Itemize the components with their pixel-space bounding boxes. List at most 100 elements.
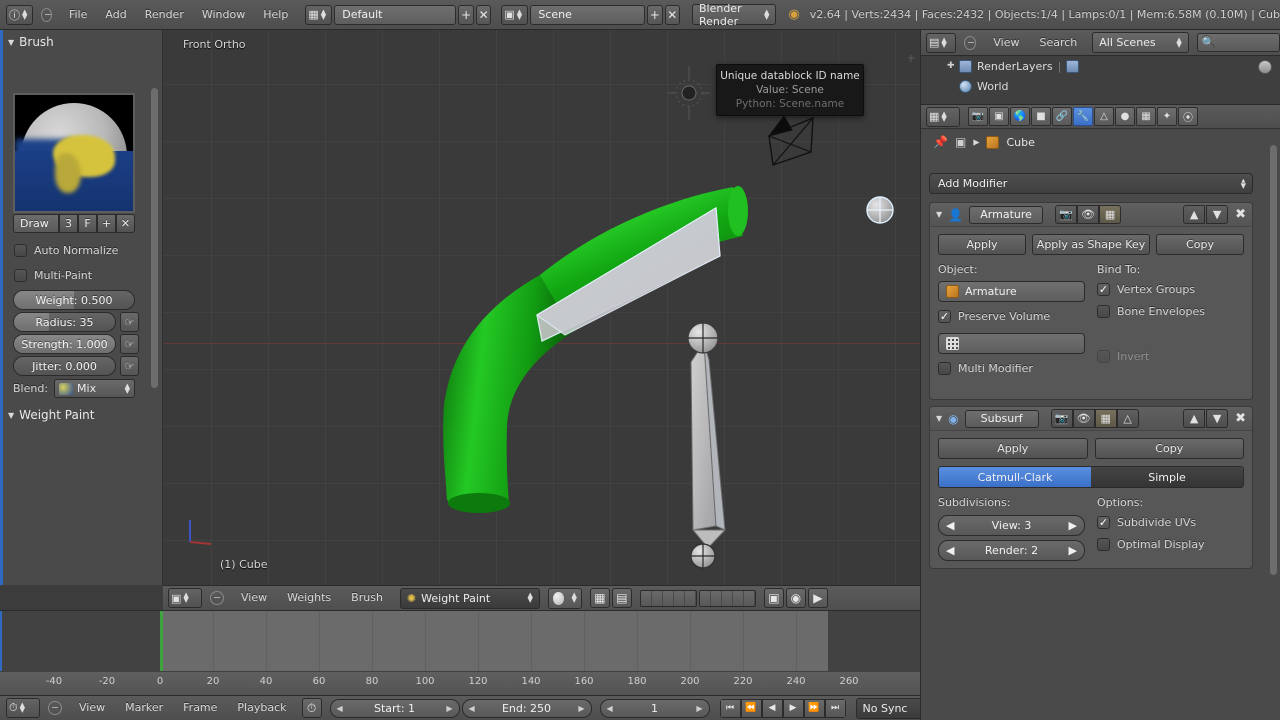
subsurf-modifier-name-field[interactable]: Subsurf bbox=[964, 409, 1039, 428]
tab-data[interactable]: △ bbox=[1094, 107, 1114, 126]
radius-slider[interactable]: Radius: 35 bbox=[13, 312, 116, 332]
render-toggle-icon[interactable]: 📷 bbox=[1050, 409, 1073, 428]
layer-cell[interactable] bbox=[684, 590, 696, 606]
menu-file[interactable]: File bbox=[60, 4, 96, 26]
multi-modifier-checkbox[interactable]: Multi Modifier bbox=[938, 362, 1085, 375]
delete-scene-button[interactable]: ✕ bbox=[664, 4, 680, 25]
on-cage-toggle-icon[interactable]: △ bbox=[1116, 409, 1139, 428]
chevron-right-icon[interactable]: ▶ bbox=[578, 704, 584, 713]
viewport-menu-weights[interactable]: Weights bbox=[278, 587, 340, 609]
tab-render[interactable]: 📷 bbox=[968, 107, 988, 126]
scene-browse-icon[interactable]: ▣ ▲ ▼ bbox=[501, 4, 529, 25]
previous-keyframe-button[interactable]: ⏪ bbox=[740, 698, 762, 718]
properties-editor[interactable]: ▦ ▲ ▼ 📷 ▣ 🌎 ■ 🔗 🔧 △ ● ▦ ✦ ⦿ 📌 ▣ ▼ Cube A… bbox=[920, 104, 1280, 720]
jitter-pressure-icon[interactable]: ☞ bbox=[120, 356, 139, 376]
outliner-item-world[interactable]: World bbox=[921, 76, 1280, 96]
scene-name-field[interactable]: Scene bbox=[530, 4, 646, 25]
editor-type-info-icon[interactable]: ⓘ ▲ ▼ bbox=[6, 4, 33, 25]
strength-slider[interactable]: Strength: 1.000 bbox=[13, 334, 116, 354]
render-engine-dropdown[interactable]: Blender Render ▲ ▼ bbox=[691, 2, 777, 28]
viewport-menu-view[interactable]: View bbox=[232, 587, 276, 609]
subdivide-uvs-checkbox[interactable]: ✓ Subdivide UVs bbox=[1097, 516, 1244, 529]
move-up-icon[interactable]: ▲ bbox=[1183, 409, 1206, 428]
chevron-left-icon[interactable]: ◀ bbox=[946, 519, 954, 532]
play-button[interactable]: ▶ bbox=[782, 698, 804, 718]
tab-material[interactable]: ● bbox=[1115, 107, 1135, 126]
armature-copy-button[interactable]: Copy bbox=[1156, 234, 1244, 255]
start-frame-field[interactable]: ◀ Start: 1 ▶ bbox=[329, 698, 460, 718]
tab-world[interactable]: 🌎 bbox=[1010, 107, 1030, 126]
layer-cell[interactable] bbox=[673, 590, 685, 606]
jump-to-end-button[interactable]: ⏭ bbox=[824, 698, 846, 718]
outliner-restrict-icon[interactable] bbox=[1258, 60, 1272, 74]
editor-type-3dview-icon[interactable]: ▣ ▲ ▼ bbox=[168, 588, 202, 608]
chevron-right-icon[interactable]: ▶ bbox=[1069, 519, 1077, 532]
layer-cell[interactable] bbox=[640, 590, 652, 606]
subsurf-render-levels-field[interactable]: ◀ Render: 2 ▶ bbox=[938, 540, 1085, 561]
outliner-editor[interactable]: ▤ ▲ ▼ View Search All Scenes ▲ ▼ 🔍 ✚ Rende… bbox=[920, 30, 1280, 104]
subsurf-view-levels-field[interactable]: ◀ View: 3 ▶ bbox=[938, 515, 1085, 536]
layer-cell[interactable] bbox=[732, 590, 744, 606]
tab-constraints[interactable]: 🔗 bbox=[1052, 107, 1072, 126]
scene-layers-top[interactable] bbox=[639, 589, 697, 607]
editor-type-properties-icon[interactable]: ▦ ▲ ▼ bbox=[926, 106, 960, 127]
auto-normalize-checkbox[interactable]: Auto Normalize bbox=[14, 244, 118, 257]
auto-keyframe-icon[interactable]: ⏱ bbox=[301, 698, 322, 718]
subsurf-type-catmull-clark[interactable]: Catmull-Clark bbox=[939, 467, 1091, 487]
menu-add[interactable]: Add bbox=[96, 4, 135, 26]
timeline-menu-marker[interactable]: Marker bbox=[116, 697, 172, 719]
brush-new-button[interactable]: + bbox=[97, 214, 116, 233]
viewport-menu-brush[interactable]: Brush bbox=[342, 587, 392, 609]
properties-scrollbar[interactable] bbox=[1270, 145, 1277, 575]
screen-layout-browse-icon[interactable]: ▦ ▲ ▼ bbox=[305, 4, 333, 25]
subsurf-type-simple[interactable]: Simple bbox=[1091, 467, 1243, 487]
collapse-menu-icon[interactable] bbox=[210, 591, 224, 605]
brush-fake-user-button[interactable]: F bbox=[78, 214, 97, 233]
radius-pressure-icon[interactable]: ☞ bbox=[120, 312, 139, 332]
chevron-right-icon[interactable]: ▶ bbox=[1069, 544, 1077, 557]
brush-users-count[interactable]: 3 bbox=[59, 214, 78, 233]
armature-apply-shape-key-button[interactable]: Apply as Shape Key bbox=[1031, 234, 1151, 255]
play-reverse-button[interactable]: ◀ bbox=[761, 698, 783, 718]
interaction-mode-dropdown[interactable]: ✺ Weight Paint ▲ ▼ bbox=[399, 587, 540, 609]
timeline-ruler[interactable]: -40 -20 0 20 40 60 80 100 120 140 160 180 200 220 240 2… bbox=[0, 671, 920, 693]
jump-to-start-button[interactable]: ⏮ bbox=[719, 698, 741, 718]
layer-cell[interactable] bbox=[662, 590, 674, 606]
delete-modifier-icon[interactable]: ✖ bbox=[1235, 411, 1246, 426]
brush-unlink-button[interactable]: ✕ bbox=[116, 214, 135, 233]
brush-name-field[interactable]: Draw bbox=[13, 214, 59, 233]
chevron-right-icon[interactable]: ▶ bbox=[696, 704, 702, 713]
editor-type-timeline-icon[interactable]: ⏱ ▲ ▼ bbox=[6, 698, 40, 718]
triangle-down-icon[interactable]: ▼ bbox=[936, 210, 942, 219]
outliner-search-input[interactable]: 🔍 bbox=[1196, 33, 1280, 52]
paint-mask-toggle-icon[interactable]: ▤ bbox=[611, 588, 632, 608]
brush-panel-header[interactable]: ▼ Brush bbox=[0, 30, 162, 53]
triangle-down-icon[interactable]: ▼ bbox=[936, 414, 942, 423]
subsurf-copy-button[interactable]: Copy bbox=[1094, 438, 1244, 459]
texture-paint-toggle-icon[interactable]: ▦ bbox=[589, 588, 610, 608]
move-up-icon[interactable]: ▲ bbox=[1183, 205, 1206, 224]
armature-vertex-group-field[interactable] bbox=[938, 333, 1085, 354]
outliner-menu-search[interactable]: Search bbox=[1030, 32, 1086, 54]
menu-render[interactable]: Render bbox=[136, 4, 193, 26]
pin-icon[interactable]: 📌 bbox=[933, 135, 948, 149]
weight-paint-panel-header[interactable]: ▼ Weight Paint bbox=[0, 403, 94, 426]
screen-layout-field[interactable]: Default bbox=[334, 4, 457, 25]
3d-viewport[interactable]: Front Ortho (1) Cube Unique datablock ID… bbox=[163, 30, 920, 585]
layer-cell[interactable] bbox=[710, 590, 722, 606]
chevron-left-icon[interactable]: ◀ bbox=[946, 544, 954, 557]
new-screen-button[interactable]: + bbox=[458, 4, 474, 25]
jitter-slider[interactable]: Jitter: 0.000 bbox=[13, 356, 116, 376]
current-frame-field[interactable]: ◀ 1 ▶ bbox=[599, 698, 710, 718]
layer-cell[interactable] bbox=[699, 590, 711, 606]
renderlayer-child-icon[interactable] bbox=[1066, 59, 1080, 73]
collapse-menu-icon[interactable] bbox=[964, 35, 977, 50]
delete-modifier-icon[interactable]: ✖ bbox=[1235, 207, 1246, 222]
collapse-menu-icon[interactable] bbox=[48, 701, 62, 715]
chevron-left-icon[interactable]: ◀ bbox=[337, 704, 343, 713]
collapse-menu-icon[interactable] bbox=[40, 7, 52, 22]
tab-object[interactable]: ■ bbox=[1031, 107, 1051, 126]
next-keyframe-button[interactable]: ⏩ bbox=[803, 698, 825, 718]
chevron-right-icon[interactable]: ▶ bbox=[446, 704, 452, 713]
scene-layers-bottom[interactable] bbox=[698, 589, 756, 607]
